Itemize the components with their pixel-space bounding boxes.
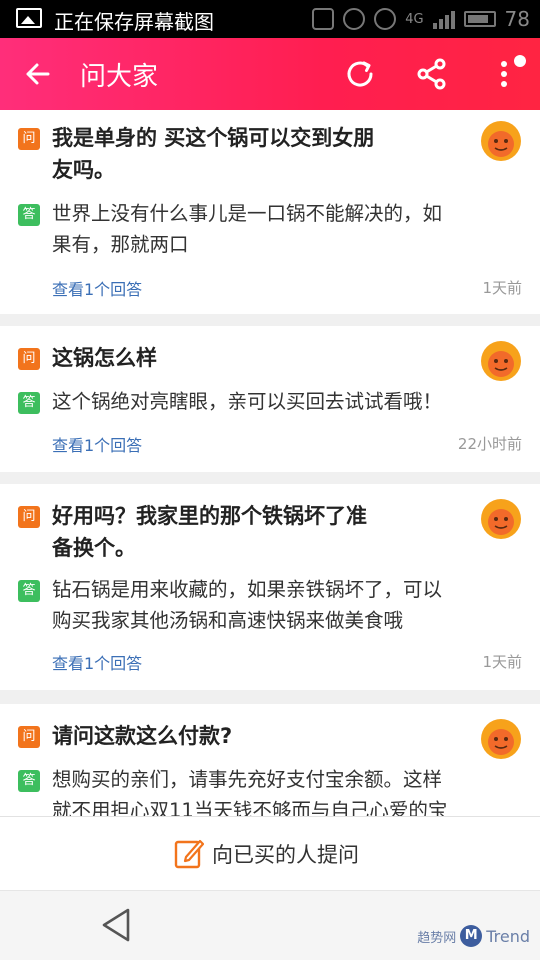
alarm-icon <box>343 8 366 30</box>
share-icon <box>417 58 446 90</box>
ask-buyers-label: 向已买的人提问 <box>212 843 359 867</box>
app-bar: 问大家 <box>0 38 540 110</box>
status-bar: 正在保存屏幕截图 4G 78 <box>0 0 540 38</box>
refresh-icon <box>347 61 373 87</box>
avatar-icon <box>481 499 521 539</box>
avatar-icon <box>481 719 521 759</box>
refresh-button[interactable] <box>340 54 380 94</box>
back-arrow-icon <box>26 63 50 85</box>
battery-level: 78 <box>504 7 530 31</box>
avatar-icon <box>481 341 521 381</box>
vibrate-icon <box>312 8 335 30</box>
answer-tag: 答 <box>18 770 40 792</box>
answer-text: 世界上没有什么事儿是一口锅不能解决的，如 果有，那就两口 <box>52 202 443 256</box>
question-tag: 问 <box>18 506 40 528</box>
question-tag: 问 <box>18 348 40 370</box>
share-button[interactable] <box>412 54 452 94</box>
qa-list[interactable]: 问 我是单身的 买这个锅可以交到女朋 友吗。 答 世界上没有什么事儿是一口锅不能… <box>0 110 540 816</box>
view-answers-link[interactable]: 查看1个回答 <box>52 650 142 674</box>
wifi-icon <box>374 8 397 30</box>
question-text: 好用吗？我家里的那个铁锅坏了准 备换个。 <box>52 504 367 560</box>
question-tag: 问 <box>18 726 40 748</box>
qa-card[interactable]: 问 我是单身的 买这个锅可以交到女朋 友吗。 答 世界上没有什么事儿是一口锅不能… <box>0 110 540 314</box>
ask-buyers-button[interactable]: 向已买的人提问 <box>0 816 540 890</box>
timestamp: 1天前 <box>482 653 522 671</box>
question-tag: 问 <box>18 128 40 150</box>
avatar-icon <box>481 121 521 161</box>
answer-tag: 答 <box>18 204 40 226</box>
view-answers-link[interactable]: 查看1个回答 <box>52 432 142 456</box>
qa-card[interactable]: 问 好用吗？我家里的那个铁锅坏了准 备换个。 答 钻石锅是用来收藏的，如果亲铁锅… <box>0 484 540 690</box>
qa-card[interactable]: 问 请问这款这么付款? 答 想购买的亲们，请事先充好支付宝余额。这样 就不用担心… <box>0 704 540 816</box>
gallery-icon <box>16 8 42 28</box>
answer-tag: 答 <box>18 392 40 414</box>
page-title: 问大家 <box>80 62 159 92</box>
answer-tag: 答 <box>18 580 40 602</box>
qa-card[interactable]: 问 这锅怎么样 答 这个锅绝对亮瞎眼，亲可以买回去试试看哦！ 查看1个回答 22… <box>0 326 540 472</box>
timestamp: 22小时前 <box>457 435 522 453</box>
edit-icon <box>174 839 204 869</box>
notification-dot <box>514 55 526 67</box>
answer-text: 这个锅绝对亮瞎眼，亲可以买回去试试看哦！ <box>52 390 443 413</box>
view-answers-link[interactable]: 查看1个回答 <box>52 276 142 300</box>
timestamp: 1天前 <box>482 279 522 297</box>
system-nav-bar: 趋势网 M Trend <box>0 890 540 960</box>
status-notification-text: 正在保存屏幕截图 <box>54 10 214 34</box>
watermark: 趋势网 M Trend <box>417 925 530 947</box>
answer-text: 想购买的亲们，请事先充好支付宝余额。这样 就不用担心双11当天钱不够而与自己心爱… <box>52 768 448 816</box>
watermark-cn: 趋势网 <box>417 930 457 946</box>
status-icons: 4G 78 <box>312 4 530 34</box>
question-text: 我是单身的 买这个锅可以交到女朋 友吗。 <box>52 126 375 182</box>
back-button[interactable] <box>18 54 58 94</box>
battery-icon <box>463 11 496 27</box>
nav-back-icon[interactable] <box>100 907 134 943</box>
network-type: 4G <box>405 11 424 27</box>
watermark-logo: M <box>460 925 483 947</box>
question-text: 这锅怎么样 <box>52 346 157 370</box>
signal-icon <box>432 9 455 29</box>
answer-text: 钻石锅是用来收藏的，如果亲铁锅坏了，可以 购买我家其他汤锅和高速快锅来做美食哦 <box>52 578 443 632</box>
question-text: 请问这款这么付款? <box>52 724 233 748</box>
watermark-en: Trend <box>486 926 530 946</box>
